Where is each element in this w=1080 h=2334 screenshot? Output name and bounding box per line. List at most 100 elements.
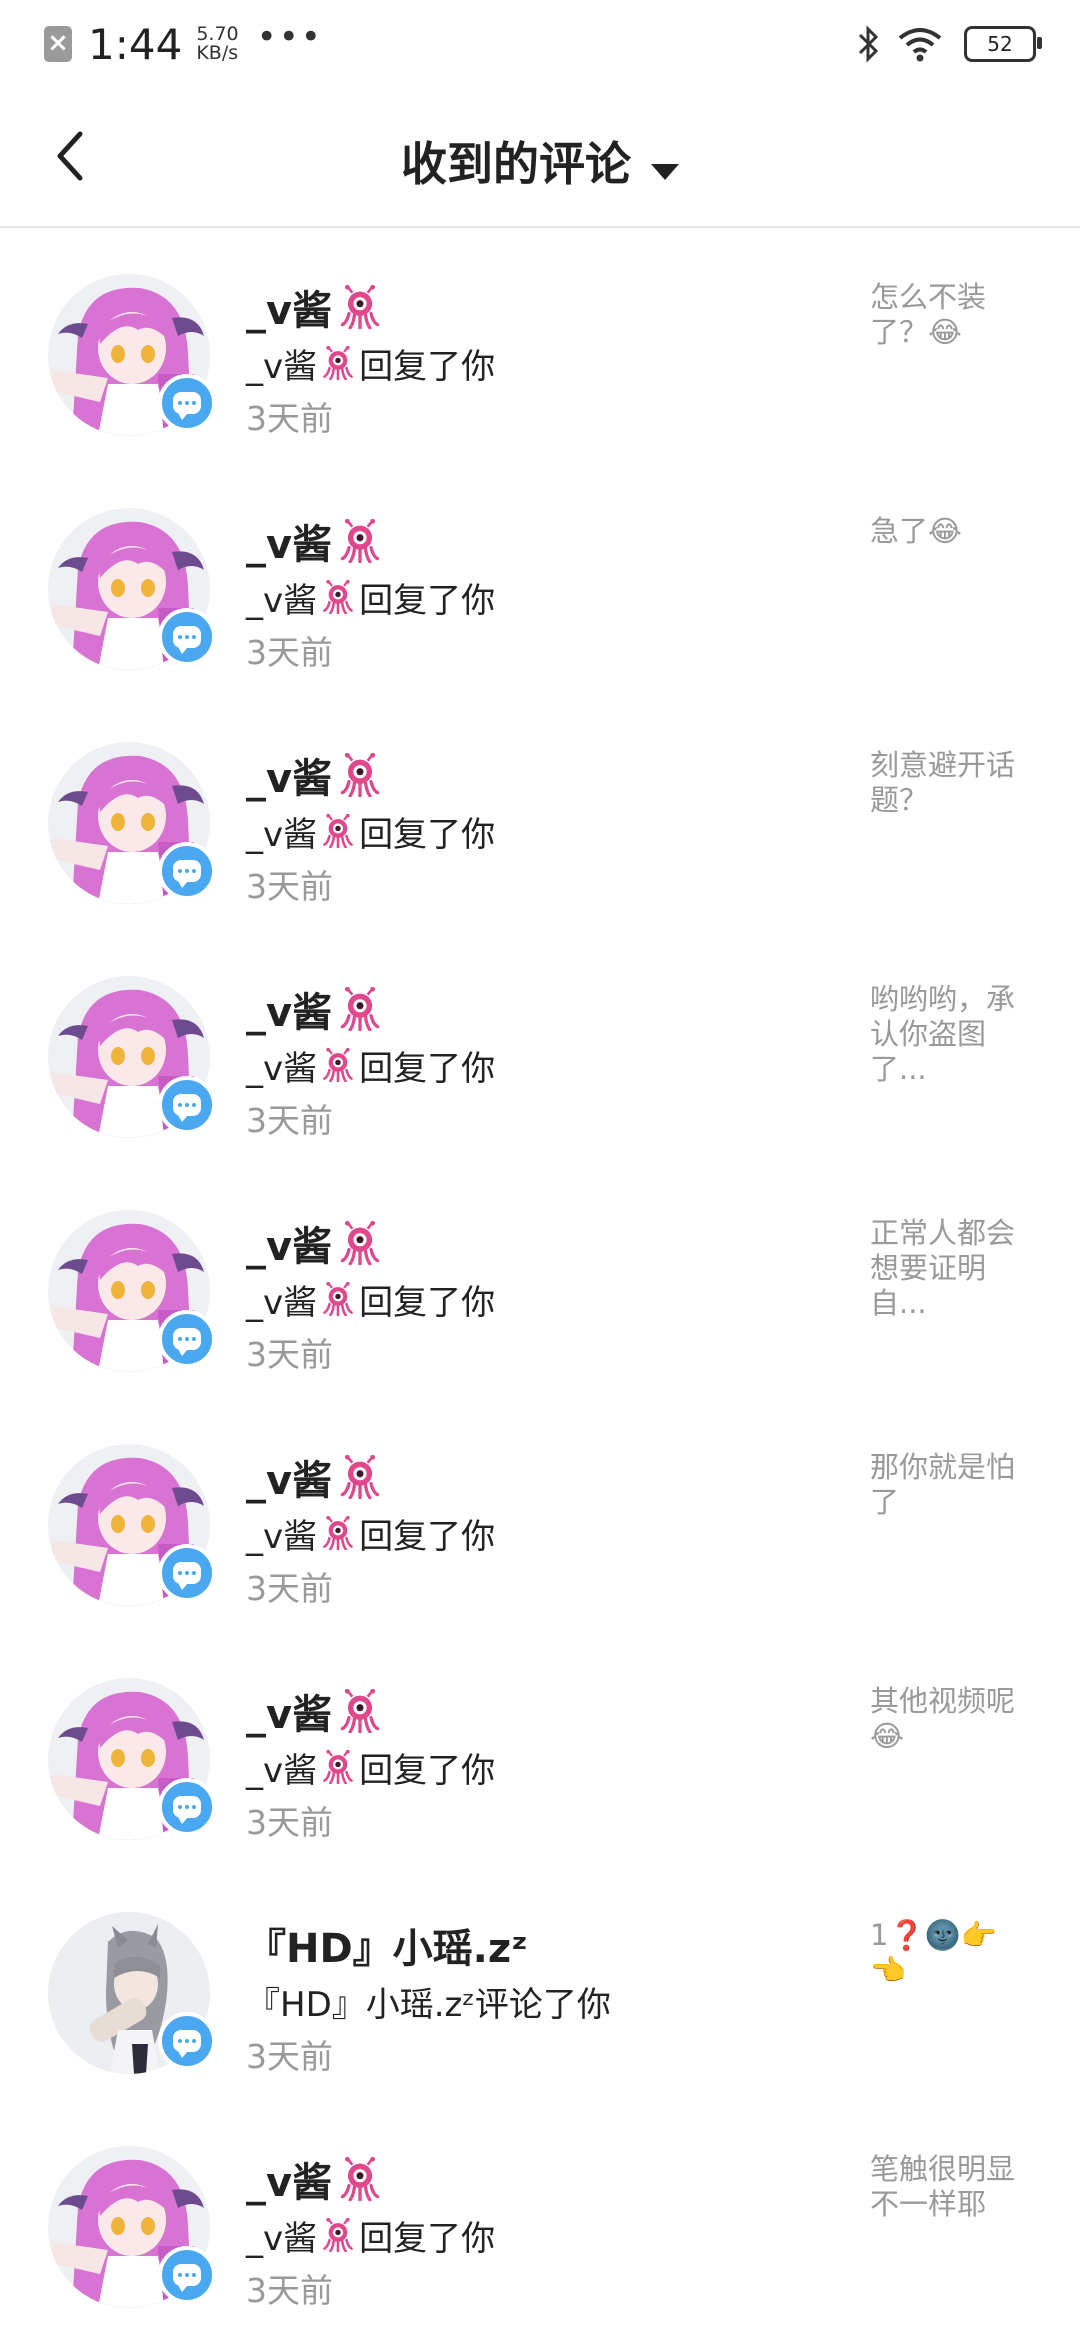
activity-line: 『HD』小瑶.zᶻ 评论了你 bbox=[246, 1978, 611, 2025]
octopus-emoji-icon bbox=[323, 346, 353, 380]
comment-preview[interactable]: 其他视频呢😂 bbox=[870, 1684, 1030, 1754]
comment-preview[interactable]: 笔触很明显不一样耶 bbox=[870, 2152, 1030, 2222]
comment-preview[interactable]: 急了😂 bbox=[870, 514, 1030, 549]
wifi-icon bbox=[898, 28, 942, 62]
activity-action: 回复了你 bbox=[359, 1516, 496, 1557]
username: _v酱 bbox=[246, 756, 333, 802]
octopus-emoji-icon bbox=[340, 1221, 380, 1265]
title-dropdown[interactable]: 收到的评论 bbox=[0, 128, 1080, 194]
username-line[interactable]: _v酱 bbox=[246, 1684, 382, 1738]
octopus-emoji-icon bbox=[340, 1455, 380, 1499]
network-speed: 5.70 KB/s bbox=[196, 25, 238, 63]
comment-preview[interactable]: 刻意避开话题？ bbox=[870, 748, 1030, 818]
username-line[interactable]: _v酱 bbox=[246, 748, 382, 802]
bluetooth-icon bbox=[858, 25, 879, 63]
activity-line: _v酱 回复了你 bbox=[246, 340, 496, 387]
avatar[interactable] bbox=[48, 508, 216, 670]
timestamp: 3天前 bbox=[246, 867, 333, 906]
notification-row[interactable]: _v酱 _v酱 回复了你 3天前 其他视频呢😂 bbox=[0, 1632, 1080, 1866]
username: 『HD』小瑶.zᶻ bbox=[246, 1926, 528, 1972]
comment-badge-icon bbox=[158, 374, 216, 432]
activity-action: 回复了你 bbox=[359, 2218, 496, 2259]
username-line[interactable]: _v酱 bbox=[246, 982, 382, 1036]
comment-notification-list: _v酱 _v酱 回复了你 3天前 怎么不装了？😂 _v酱 _v酱 回复了你 3天前 急了😂 _v酱 _… bbox=[0, 228, 1080, 2334]
activity-line: _v酱 回复了你 bbox=[246, 1744, 496, 1791]
comment-badge-icon bbox=[158, 1544, 216, 1602]
activity-action: 回复了你 bbox=[359, 1750, 496, 1791]
avatar[interactable] bbox=[48, 274, 216, 436]
notification-row[interactable]: _v酱 _v酱 回复了你 3天前 那你就是怕了 bbox=[0, 1398, 1080, 1632]
activity-action: 评论了你 bbox=[474, 1984, 611, 2025]
net-speed-unit: KB/s bbox=[196, 42, 239, 64]
octopus-emoji-icon bbox=[340, 1689, 380, 1733]
octopus-emoji-icon bbox=[340, 987, 380, 1031]
username: _v酱 bbox=[246, 1692, 333, 1738]
activity-user: _v酱 bbox=[246, 1516, 318, 1557]
username-line[interactable]: 『HD』小瑶.zᶻ bbox=[246, 1918, 528, 1972]
activity-user: _v酱 bbox=[246, 580, 318, 621]
notification-row[interactable]: _v酱 _v酱 回复了你 3天前 哟哟哟，承认你盗图了... bbox=[0, 930, 1080, 1164]
comment-preview[interactable]: 那你就是怕了 bbox=[870, 1450, 1030, 1520]
activity-user: _v酱 bbox=[246, 1048, 318, 1089]
avatar[interactable] bbox=[48, 1444, 216, 1606]
username: _v酱 bbox=[246, 2160, 333, 2206]
timestamp: 3天前 bbox=[246, 1803, 333, 1842]
notification-row[interactable]: 『HD』小瑶.zᶻ 『HD』小瑶.zᶻ 评论了你 3天前 1❓🌚👉👈 bbox=[0, 1866, 1080, 2100]
timestamp: 3天前 bbox=[246, 2037, 333, 2076]
notification-row[interactable]: _v酱 _v酱 回复了你 3天前 急了😂 bbox=[0, 462, 1080, 696]
avatar[interactable] bbox=[48, 742, 216, 904]
username: _v酱 bbox=[246, 522, 333, 568]
clock: 1:44 bbox=[88, 19, 183, 69]
username-line[interactable]: _v酱 bbox=[246, 2152, 382, 2206]
caret-down-icon bbox=[651, 163, 679, 180]
comment-badge-icon bbox=[158, 1778, 216, 1836]
comment-badge-icon bbox=[158, 2012, 216, 2070]
avatar[interactable] bbox=[48, 976, 216, 1138]
comment-badge-icon bbox=[158, 608, 216, 666]
avatar[interactable] bbox=[48, 1912, 216, 2074]
notification-row[interactable]: _v酱 _v酱 回复了你 3天前 笔触很明显不一样耶 bbox=[0, 2100, 1080, 2334]
username-line[interactable]: _v酱 bbox=[246, 1450, 382, 1504]
activity-action: 回复了你 bbox=[359, 346, 496, 387]
activity-action: 回复了你 bbox=[359, 814, 496, 855]
activity-user: 『HD』小瑶.zᶻ bbox=[246, 1984, 475, 2025]
username-line[interactable]: _v酱 bbox=[246, 280, 382, 334]
activity-line: _v酱 回复了你 bbox=[246, 2212, 496, 2259]
top-app-bar: 收到的评论 bbox=[0, 84, 1080, 228]
octopus-emoji-icon bbox=[323, 2218, 353, 2252]
notification-row[interactable]: _v酱 _v酱 回复了你 3天前 怎么不装了？😂 bbox=[0, 228, 1080, 462]
activity-line: _v酱 回复了你 bbox=[246, 808, 496, 855]
octopus-emoji-icon bbox=[340, 285, 380, 329]
activity-user: _v酱 bbox=[246, 2218, 318, 2259]
activity-action: 回复了你 bbox=[359, 1282, 496, 1323]
comment-badge-icon bbox=[158, 2246, 216, 2304]
notification-row[interactable]: _v酱 _v酱 回复了你 3天前 正常人都会想要证明自... bbox=[0, 1164, 1080, 1398]
timestamp: 3天前 bbox=[246, 633, 333, 672]
comment-badge-icon bbox=[158, 842, 216, 900]
avatar[interactable] bbox=[48, 1678, 216, 1840]
activity-line: _v酱 回复了你 bbox=[246, 574, 496, 621]
battery-level: 52 bbox=[987, 32, 1013, 56]
comment-preview[interactable]: 正常人都会想要证明自... bbox=[870, 1216, 1030, 1321]
timestamp: 3天前 bbox=[246, 1569, 333, 1608]
avatar[interactable] bbox=[48, 1210, 216, 1372]
comment-preview[interactable]: 哟哟哟，承认你盗图了... bbox=[870, 982, 1030, 1087]
username-line[interactable]: _v酱 bbox=[246, 514, 382, 568]
page-title: 收到的评论 bbox=[401, 137, 631, 191]
activity-user: _v酱 bbox=[246, 346, 318, 387]
octopus-emoji-icon bbox=[323, 1750, 353, 1784]
battery-indicator: 52 bbox=[964, 26, 1042, 62]
username: _v酱 bbox=[246, 1224, 333, 1270]
comment-preview[interactable]: 怎么不装了？😂 bbox=[870, 280, 1030, 350]
activity-line: _v酱 回复了你 bbox=[246, 1510, 496, 1557]
comment-badge-icon bbox=[158, 1310, 216, 1368]
status-bar: 1:44 5.70 KB/s ••• 52 bbox=[0, 0, 1080, 84]
username-line[interactable]: _v酱 bbox=[246, 1216, 382, 1270]
notification-row[interactable]: _v酱 _v酱 回复了你 3天前 刻意避开话题？ bbox=[0, 696, 1080, 930]
comment-preview[interactable]: 1❓🌚👉👈 bbox=[870, 1918, 1030, 1988]
activity-user: _v酱 bbox=[246, 1282, 318, 1323]
avatar[interactable] bbox=[48, 2146, 216, 2308]
activity-action: 回复了你 bbox=[359, 580, 496, 621]
username: _v酱 bbox=[246, 288, 333, 334]
octopus-emoji-icon bbox=[323, 580, 353, 614]
